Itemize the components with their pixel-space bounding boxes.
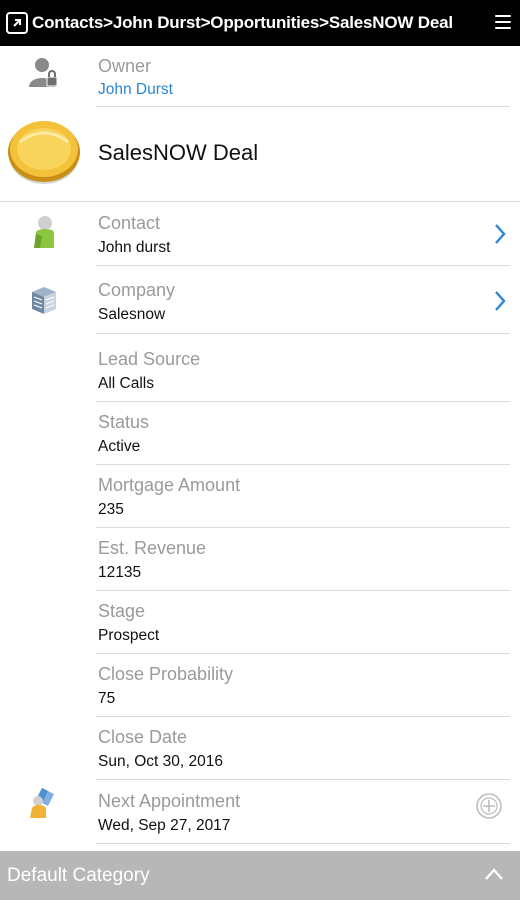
status-row: Status Active [0,402,520,465]
chevron-right-icon[interactable] [492,290,508,312]
chevron-up-icon[interactable] [484,867,504,881]
divider [96,106,510,107]
stage-row: Stage Prospect [0,591,520,654]
owner-lock-icon [29,58,58,87]
owner-label: Owner [98,56,152,76]
stage-label: Stage [98,601,146,621]
close-probability-label: Close Probability [98,664,234,684]
default-category-bar[interactable]: Default Category [0,851,520,900]
next-appointment-row[interactable]: Next Appointment Wed, Sep 27, 2017 [0,780,520,844]
default-category-label: Default Category [7,864,150,886]
status-label: Status [98,412,150,432]
stage-value: Prospect [98,627,160,644]
company-building-icon [32,287,56,314]
top-bar: Contacts>John Durst>Opportunities>SalesN… [0,0,520,46]
coin-icon [8,121,80,184]
close-date-row: Close Date Sun, Oct 30, 2016 [0,717,520,780]
close-probability-row: Close Probability 75 [0,654,520,717]
company-row[interactable]: Company Salesnow [0,266,520,334]
est-revenue-row: Est. Revenue 12135 [0,528,520,591]
est-revenue-label: Est. Revenue [98,538,207,558]
status-value: Active [98,438,141,455]
next-appointment-value: Wed, Sep 27, 2017 [98,817,231,834]
hamburger-menu-icon[interactable] [495,15,511,29]
lead-source-value: All Calls [98,375,154,392]
mortgage-amount-label: Mortgage Amount [98,475,241,495]
deal-title: SalesNOW Deal [98,140,259,165]
next-appointment-label: Next Appointment [98,791,241,811]
mortgage-amount-row: Mortgage Amount 235 [0,465,520,528]
contact-row[interactable]: Contact John durst [0,202,520,266]
mortgage-amount-value: 235 [98,501,124,518]
close-date-label: Close Date [98,727,188,747]
owner-row: Owner John Durst [0,46,520,108]
contact-value: John durst [98,239,171,256]
breadcrumb[interactable]: Contacts>John Durst>Opportunities>SalesN… [32,13,453,33]
app-arrow-icon[interactable] [6,12,28,34]
close-date-value: Sun, Oct 30, 2016 [98,753,223,770]
chevron-right-icon[interactable] [492,223,508,245]
lead-source-row: Lead Source All Calls [0,334,520,402]
est-revenue-value: 12135 [98,564,142,581]
add-appointment-icon[interactable] [475,792,503,820]
company-label: Company [98,280,176,300]
divider [96,843,510,844]
lead-source-label: Lead Source [98,349,201,369]
contact-person-icon [34,216,54,248]
contact-label: Contact [98,213,161,233]
appointment-icon [30,788,54,818]
owner-value[interactable]: John Durst [98,81,173,99]
close-probability-value: 75 [98,690,116,707]
company-value: Salesnow [98,306,166,323]
